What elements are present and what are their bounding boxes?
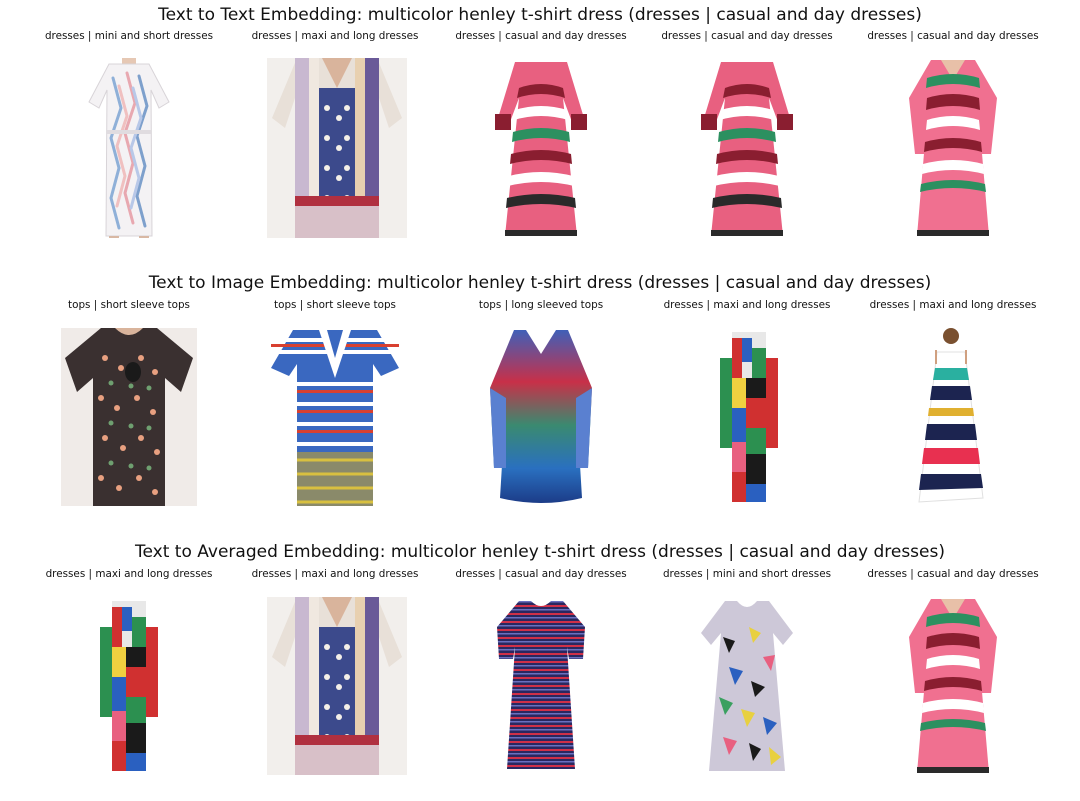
product-image bbox=[81, 58, 177, 238]
product-image bbox=[699, 597, 795, 775]
result-category-label: dresses | mini and short dresses bbox=[44, 30, 214, 42]
product-image bbox=[905, 58, 1001, 238]
panel-title: Text to Averaged Embedding: multicolor h… bbox=[135, 542, 945, 562]
results-panel-text-to-text: Text to Text Embedding: multicolor henle… bbox=[0, 0, 1080, 260]
result-category-label: dresses | casual and day dresses bbox=[867, 568, 1039, 580]
product-image bbox=[267, 597, 407, 775]
product-image bbox=[269, 328, 401, 506]
product-image bbox=[712, 328, 782, 506]
result-category-label: dresses | casual and day dresses bbox=[455, 30, 627, 42]
product-image bbox=[61, 328, 197, 506]
product-image bbox=[913, 328, 989, 506]
result-category-label: tops | long sleeved tops bbox=[478, 299, 604, 311]
result-category-label: dresses | casual and day dresses bbox=[661, 30, 833, 42]
panel-title: Text to Text Embedding: multicolor henle… bbox=[158, 5, 922, 25]
results-panel-text-to-averaged: Text to Averaged Embedding: multicolor h… bbox=[0, 537, 1080, 797]
panel-title: Text to Image Embedding: multicolor henl… bbox=[148, 273, 932, 293]
result-category-label: tops | short sleeve tops bbox=[274, 299, 396, 311]
product-image bbox=[699, 58, 795, 238]
result-category-label: dresses | maxi and long dresses bbox=[663, 299, 831, 311]
product-image bbox=[905, 597, 1001, 775]
result-category-label: dresses | maxi and long dresses bbox=[251, 30, 419, 42]
product-image bbox=[495, 597, 587, 775]
result-category-label: dresses | casual and day dresses bbox=[455, 568, 627, 580]
results-panel-text-to-image: Text to Image Embedding: multicolor henl… bbox=[0, 268, 1080, 528]
result-category-label: dresses | casual and day dresses bbox=[867, 30, 1039, 42]
product-image bbox=[267, 58, 407, 238]
result-category-label: tops | short sleeve tops bbox=[68, 299, 190, 311]
result-category-label: dresses | maxi and long dresses bbox=[869, 299, 1037, 311]
result-category-label: dresses | maxi and long dresses bbox=[251, 568, 419, 580]
product-image bbox=[96, 597, 162, 775]
result-category-label: dresses | mini and short dresses bbox=[662, 568, 832, 580]
product-image bbox=[493, 58, 589, 238]
result-category-label: dresses | maxi and long dresses bbox=[45, 568, 213, 580]
product-image bbox=[488, 328, 594, 506]
